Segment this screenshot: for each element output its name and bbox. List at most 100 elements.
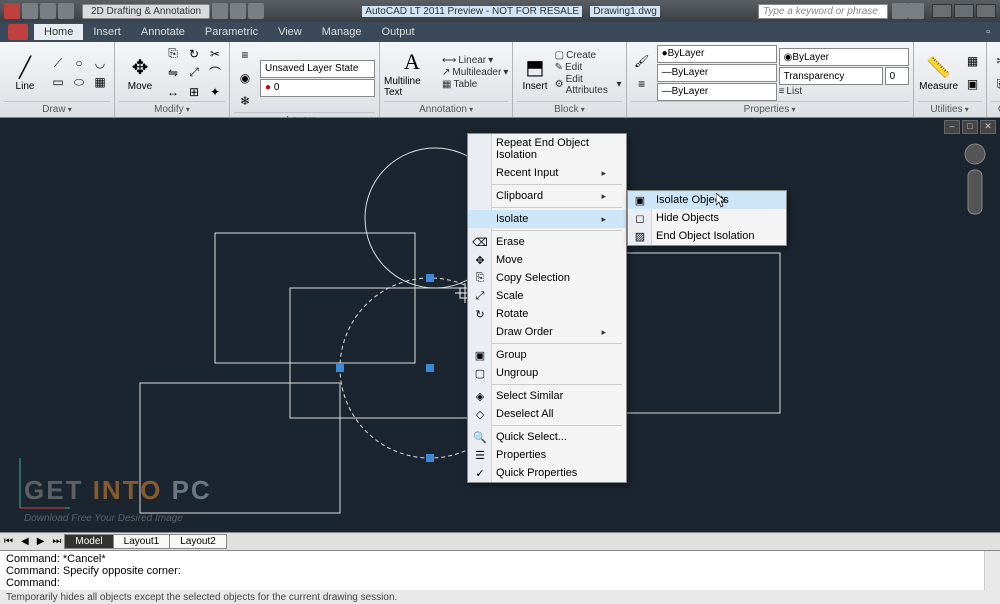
- menu-item[interactable]: ◈Select Similar: [468, 387, 626, 405]
- tab-nav-first-icon[interactable]: ⏮: [0, 536, 17, 547]
- menu-item[interactable]: ▢Ungroup: [468, 364, 626, 382]
- hatch-icon[interactable]: ▦: [90, 73, 110, 91]
- tab-insert[interactable]: Insert: [83, 24, 131, 40]
- panel-utilities-title[interactable]: Utilities: [918, 101, 982, 117]
- close-button[interactable]: [976, 4, 996, 18]
- layer-props-icon[interactable]: ≡: [234, 44, 256, 66]
- rotate-icon[interactable]: ↻: [184, 45, 204, 63]
- doc-minimize-icon[interactable]: –: [944, 120, 960, 134]
- app-menu-button[interactable]: [8, 24, 28, 40]
- command-line[interactable]: Command: *Cancel* Command: Specify oppos…: [0, 550, 1000, 590]
- tab-view[interactable]: View: [268, 24, 312, 40]
- copy-clip-icon[interactable]: ⎘: [991, 73, 1000, 95]
- help-icon[interactable]: [908, 3, 924, 19]
- menu-item[interactable]: ◇Deselect All: [468, 405, 626, 423]
- menu-item[interactable]: ☰Properties: [468, 446, 626, 464]
- layer-state-dropdown[interactable]: Unsaved Layer State: [260, 60, 375, 78]
- panel-modify-title[interactable]: Modify: [119, 101, 225, 117]
- color-dropdown[interactable]: ● ByLayer: [657, 45, 777, 63]
- panel-block-title[interactable]: Block: [517, 101, 621, 117]
- doc-close-icon[interactable]: ✕: [980, 120, 996, 134]
- circle-icon[interactable]: ○: [69, 54, 89, 72]
- submenu-item[interactable]: ▨End Object Isolation: [628, 227, 786, 245]
- new-icon[interactable]: [22, 3, 38, 19]
- multileader-button[interactable]: ↗ Multileader ▾: [442, 67, 508, 78]
- panel-clipboard-title[interactable]: Clipboard: [991, 101, 1000, 117]
- minimize-button[interactable]: [932, 4, 952, 18]
- bylayer-icon[interactable]: ≡: [631, 73, 653, 95]
- save-icon[interactable]: [58, 3, 74, 19]
- line-button[interactable]: ╱ Line: [4, 45, 46, 101]
- maximize-button[interactable]: [954, 4, 974, 18]
- ribbon-minimize-icon[interactable]: ▫: [976, 24, 1000, 40]
- trim-icon[interactable]: ✂: [205, 45, 225, 63]
- layer-off-icon[interactable]: ◉: [234, 67, 256, 89]
- rect-icon[interactable]: ▭: [48, 73, 68, 91]
- lineweight-dropdown[interactable]: — ByLayer: [657, 64, 777, 82]
- array-icon[interactable]: ⊞: [184, 83, 204, 101]
- tab-nav-last-icon[interactable]: ⏭: [48, 536, 65, 547]
- infocenter-icon[interactable]: [892, 3, 908, 19]
- menu-item[interactable]: ✓Quick Properties: [468, 464, 626, 482]
- app-icon[interactable]: [4, 3, 20, 19]
- move-button[interactable]: ✥ Move: [119, 45, 161, 101]
- linear-button[interactable]: ⟷ Linear ▾: [442, 55, 508, 66]
- redo-icon[interactable]: [230, 3, 246, 19]
- tab-home[interactable]: Home: [34, 24, 83, 40]
- open-icon[interactable]: [40, 3, 56, 19]
- transparency-field[interactable]: Transparency: [779, 67, 883, 85]
- menu-item[interactable]: ↻Rotate: [468, 305, 626, 323]
- cmd-scrollbar[interactable]: [984, 551, 1000, 590]
- list-button[interactable]: ≡ List: [779, 86, 909, 97]
- tab-annotate[interactable]: Annotate: [131, 24, 195, 40]
- insert-button[interactable]: ⬒ Insert: [517, 45, 552, 101]
- tab-model[interactable]: Model: [64, 534, 113, 549]
- tab-output[interactable]: Output: [372, 24, 425, 40]
- linetype-dropdown[interactable]: — ByLayer: [657, 83, 777, 101]
- tab-nav-next-icon[interactable]: ▶: [33, 536, 49, 547]
- menu-item[interactable]: ⎘Copy Selection: [468, 269, 626, 287]
- menu-item[interactable]: ▣Group: [468, 346, 626, 364]
- explode-icon[interactable]: ✦: [205, 83, 225, 101]
- mirror-icon[interactable]: ⇋: [163, 64, 183, 82]
- tab-nav-prev-icon[interactable]: ◀: [17, 536, 33, 547]
- measure-button[interactable]: 📏 Measure: [918, 45, 960, 101]
- tab-parametric[interactable]: Parametric: [195, 24, 268, 40]
- panel-draw-title[interactable]: Draw: [4, 101, 110, 117]
- scale-icon[interactable]: ⤢: [184, 64, 204, 82]
- plotstyle-dropdown[interactable]: ◉ ByLayer: [779, 48, 909, 66]
- menu-item[interactable]: ⤢Scale: [468, 287, 626, 305]
- submenu-item[interactable]: ◻Hide Objects: [628, 209, 786, 227]
- copy-icon[interactable]: ⎘: [163, 45, 183, 63]
- menu-item[interactable]: ⌫Erase: [468, 233, 626, 251]
- layer-freeze-icon[interactable]: ❄: [234, 90, 256, 112]
- fillet-icon[interactable]: ⌒: [205, 64, 225, 82]
- doc-restore-icon[interactable]: □: [962, 120, 978, 134]
- arc-icon[interactable]: ◡: [90, 54, 110, 72]
- cut-icon[interactable]: ✂: [991, 50, 1000, 72]
- menu-item[interactable]: Draw Order: [468, 323, 626, 341]
- undo-icon[interactable]: [212, 3, 228, 19]
- table-button[interactable]: ▦ Table: [442, 79, 508, 90]
- layer-current-dropdown[interactable]: ● 0: [260, 79, 375, 97]
- transparency-value[interactable]: 0: [885, 67, 909, 85]
- ellipse-icon[interactable]: ⬭: [69, 73, 89, 91]
- panel-annotation-title[interactable]: Annotation: [384, 101, 508, 117]
- menu-item[interactable]: Recent Input: [468, 164, 626, 182]
- polyline-icon[interactable]: ⟋: [48, 54, 68, 72]
- match-props-icon[interactable]: 🖌: [631, 50, 653, 72]
- create-button[interactable]: ▢ Create: [555, 50, 622, 61]
- menu-item[interactable]: Isolate: [468, 210, 626, 228]
- mtext-button[interactable]: A Multiline Text: [384, 45, 440, 101]
- menu-item[interactable]: ✥Move: [468, 251, 626, 269]
- menu-item[interactable]: Repeat End Object Isolation: [468, 134, 626, 164]
- calc-icon[interactable]: ▦: [962, 50, 984, 72]
- submenu-item[interactable]: ▣Isolate Objects: [628, 191, 786, 209]
- tab-manage[interactable]: Manage: [312, 24, 372, 40]
- edit-attr-button[interactable]: ⚙ Edit Attributes ▾: [555, 74, 622, 96]
- menu-item[interactable]: Clipboard: [468, 187, 626, 205]
- search-input[interactable]: Type a keyword or phrase: [758, 4, 888, 19]
- edit-button[interactable]: ✎ Edit: [555, 62, 622, 73]
- tab-layout2[interactable]: Layout2: [169, 534, 227, 549]
- select-icon[interactable]: ▣: [962, 73, 984, 95]
